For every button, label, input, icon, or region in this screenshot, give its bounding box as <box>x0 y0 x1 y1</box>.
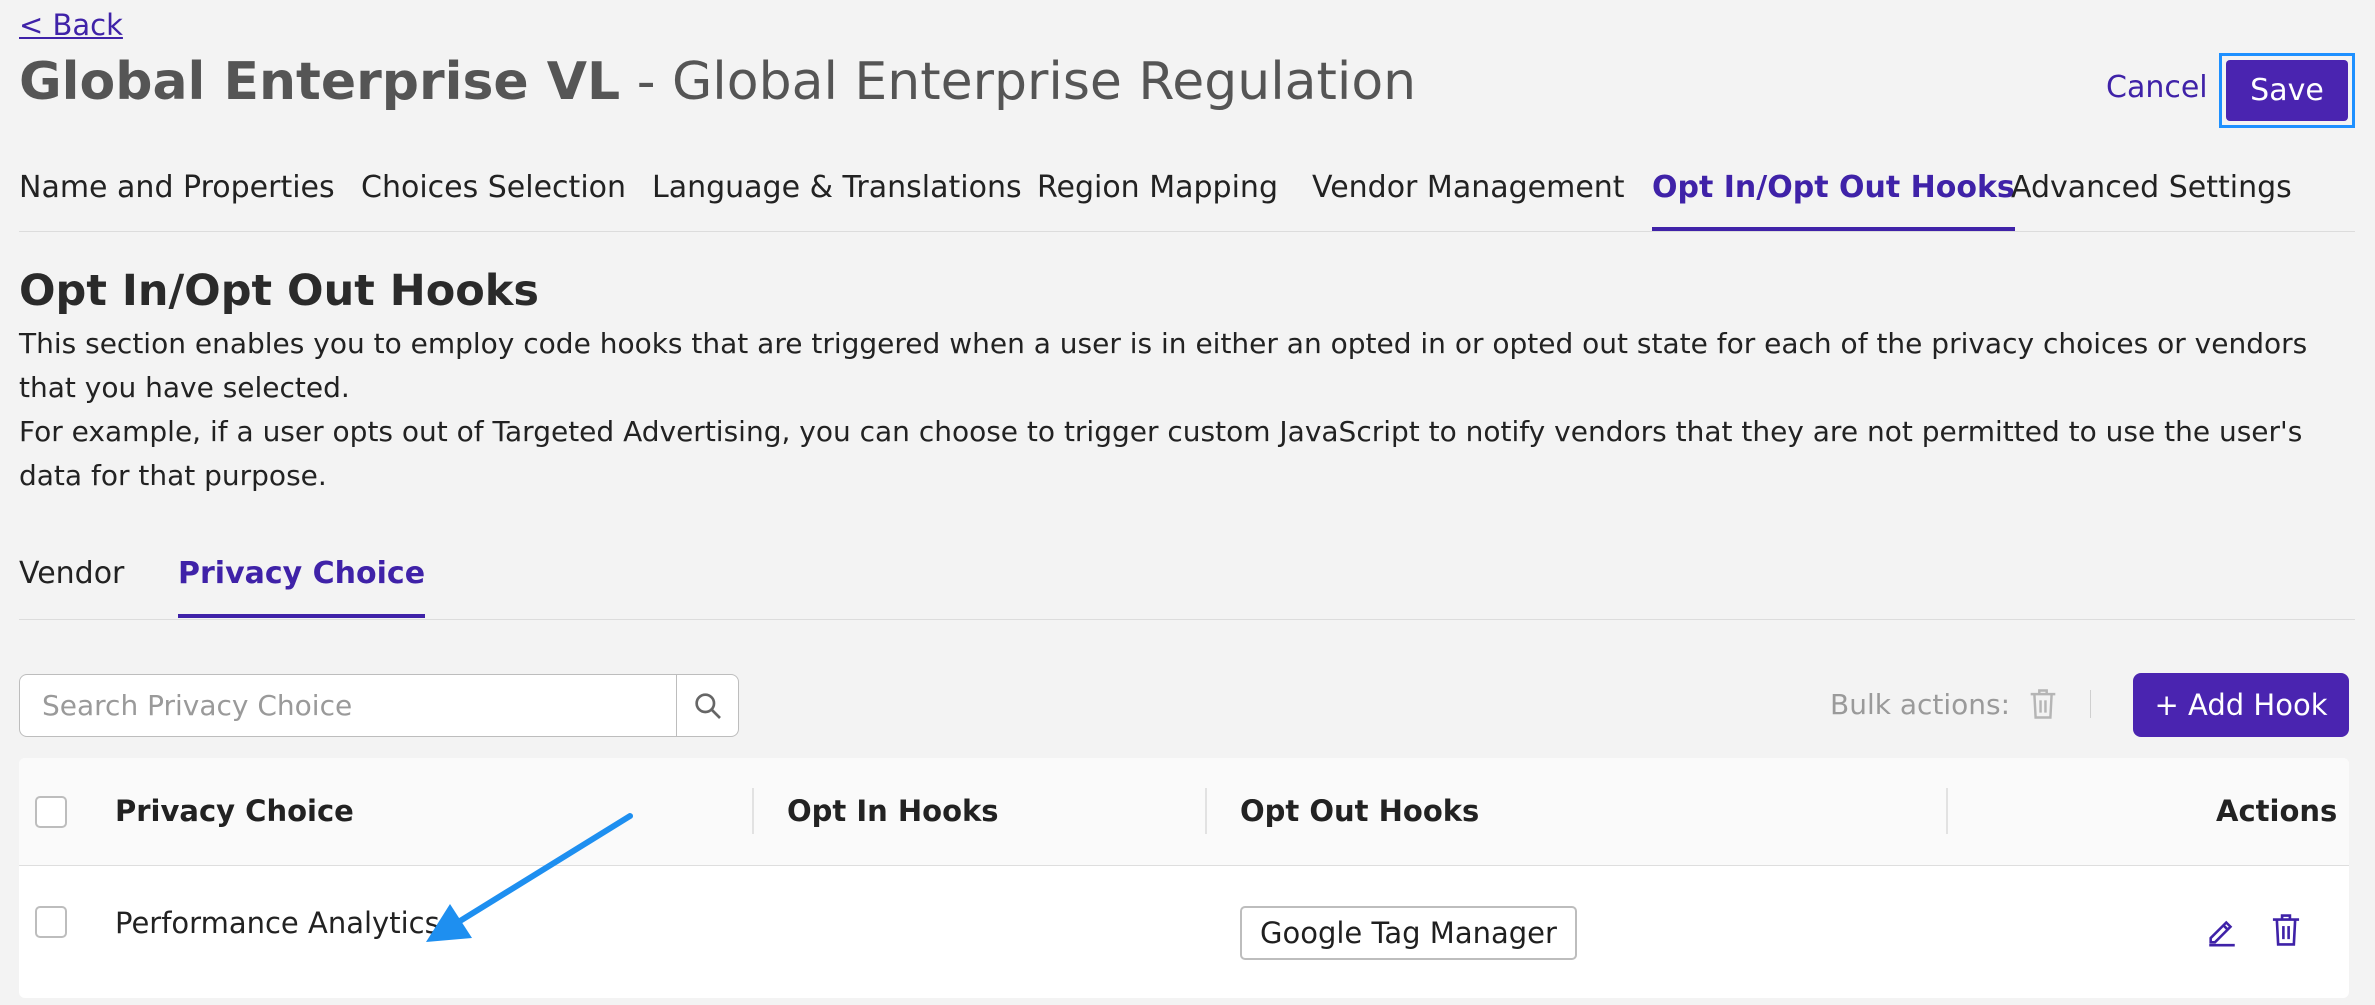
cancel-button[interactable]: Cancel <box>2106 70 2208 105</box>
privacy-choice-cell: Performance Analytics <box>115 906 440 940</box>
annotation-arrow <box>426 813 633 942</box>
subtab-vendor[interactable]: Vendor <box>19 556 124 591</box>
page-title: Global Enterprise VL - Global Enterprise… <box>19 48 1416 116</box>
section-description: This section enables you to employ code … <box>19 327 2308 404</box>
main-tabs: Name and Properties Choices Selection La… <box>19 170 2355 232</box>
column-divider <box>752 788 754 834</box>
row-checkbox[interactable] <box>35 906 67 938</box>
search-icon <box>694 692 721 719</box>
tab-language-translations[interactable]: Language & Translations <box>652 170 1022 205</box>
save-button[interactable]: Save <box>2226 60 2348 121</box>
opt-out-hook-tag[interactable]: Google Tag Manager <box>1240 906 1577 960</box>
back-link[interactable]: < Back <box>19 8 123 42</box>
add-hook-button[interactable]: + Add Hook <box>2133 673 2349 737</box>
subtab-privacy-choice[interactable]: Privacy Choice <box>178 556 426 618</box>
save-button-focus-ring: Save <box>2219 53 2355 128</box>
select-all-checkbox[interactable] <box>35 796 67 828</box>
column-header-opt-in-hooks[interactable]: Opt In Hooks <box>787 794 999 828</box>
pencil-icon <box>2209 920 2235 947</box>
table-row: Performance Analytics <box>19 866 2349 998</box>
divider <box>2090 690 2091 718</box>
section-example: For example, if a user opts out of Targe… <box>19 415 2303 492</box>
search-box <box>19 674 739 737</box>
tab-vendor-management[interactable]: Vendor Management <box>1312 170 1625 205</box>
section-title: Opt In/Opt Out Hooks <box>19 266 539 316</box>
tab-opt-in-opt-out-hooks[interactable]: Opt In/Opt Out Hooks <box>1652 170 2015 231</box>
column-header-opt-out-hooks[interactable]: Opt Out Hooks <box>1240 794 1479 828</box>
table-header: Privacy Choice Opt In Hooks Opt Out Hook… <box>19 758 2349 866</box>
tab-name-and-properties[interactable]: Name and Properties <box>19 170 335 205</box>
column-divider <box>1205 788 1207 834</box>
tab-advanced-settings[interactable]: Advanced Settings <box>2011 170 2292 205</box>
edit-button[interactable] <box>2205 914 2239 952</box>
search-button[interactable] <box>676 675 738 736</box>
column-divider <box>1946 788 1948 834</box>
trash-icon <box>2030 689 2056 719</box>
bulk-actions-label: Bulk actions: <box>1830 688 2011 721</box>
trash-icon <box>2272 914 2300 946</box>
search-input[interactable] <box>20 675 676 736</box>
tab-choices-selection[interactable]: Choices Selection <box>361 170 626 205</box>
sub-tabs: Vendor Privacy Choice <box>19 556 2355 620</box>
column-header-privacy-choice[interactable]: Privacy Choice <box>115 794 354 828</box>
delete-button[interactable] <box>2270 913 2302 951</box>
page-title-name: Global Enterprise VL <box>19 52 621 112</box>
tab-region-mapping[interactable]: Region Mapping <box>1037 170 1278 205</box>
column-header-actions: Actions <box>2216 794 2338 828</box>
page-title-regulation: - Global Enterprise Regulation <box>620 52 1417 112</box>
hooks-table: Privacy Choice Opt In Hooks Opt Out Hook… <box>19 758 2349 998</box>
bulk-delete-button[interactable] <box>2028 688 2058 724</box>
